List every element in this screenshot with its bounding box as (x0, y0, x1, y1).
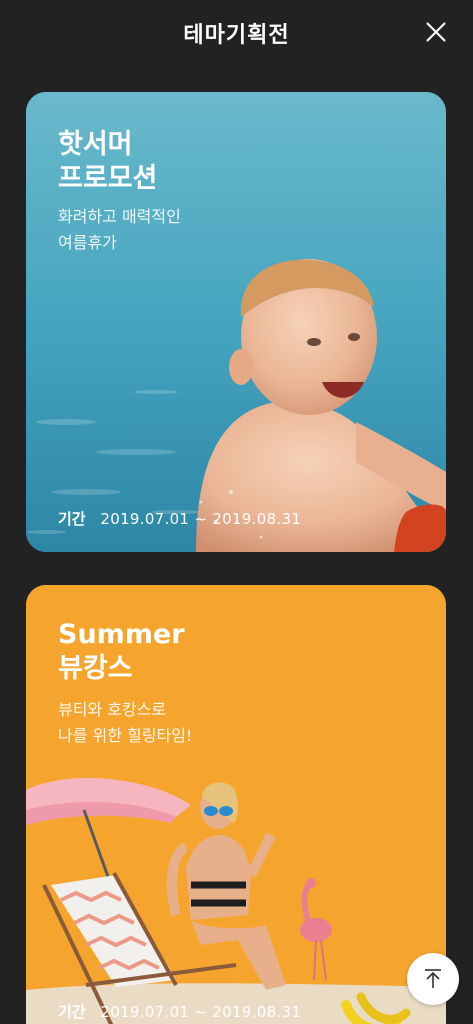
card-title-line: Summer (58, 619, 185, 650)
close-button[interactable] (423, 19, 449, 45)
card-title-line: 프로모션 (58, 163, 158, 194)
header: 테마기획전 (0, 0, 473, 66)
card-title: Summer 뷰캉스 (58, 618, 185, 686)
card-period: 기간 2019.07.01 ~ 2019.08.31 (58, 508, 301, 529)
period-value: 2019.07.01 ~ 2019.08.31 (100, 1003, 302, 1021)
card-title-line: 핫서머 (58, 129, 133, 160)
card-description-line: 나를 위한 힐링타임! (58, 726, 193, 745)
theme-promotion-screen: 테마기획전 핫서머 프로모션 화려하고 매력적인 여름휴가 기간 2019.07… (0, 0, 473, 1024)
period-label: 기간 (58, 1003, 86, 1021)
promo-card-hot-summer[interactable]: 핫서머 프로모션 화려하고 매력적인 여름휴가 기간 2019.07.01 ~ … (26, 92, 446, 552)
card-description: 뷰티와 호캉스로 나를 위한 힐링타임! (58, 697, 192, 749)
card-title-line: 뷰캉스 (58, 653, 133, 684)
card-description-line: 화려하고 매력적인 (58, 207, 181, 226)
card-description: 화려하고 매력적인 여름휴가 (58, 204, 181, 256)
promo-card-summer-beaucance[interactable]: Summer 뷰캉스 뷰티와 호캉스로 나를 위한 힐링타임! 기간 2019.… (26, 585, 446, 1024)
close-icon (426, 22, 446, 42)
card-description-line: 뷰티와 호캉스로 (58, 700, 167, 719)
period-value: 2019.07.01 ~ 2019.08.31 (100, 510, 302, 528)
page-title: 테마기획전 (183, 23, 290, 48)
card-description-line: 여름휴가 (58, 233, 117, 252)
period-label: 기간 (58, 510, 86, 528)
arrow-up-icon (425, 969, 441, 988)
scroll-to-top-button[interactable] (407, 953, 459, 1005)
card-period: 기간 2019.07.01 ~ 2019.08.31 (58, 1001, 301, 1022)
card-title: 핫서머 프로모션 (58, 128, 157, 196)
